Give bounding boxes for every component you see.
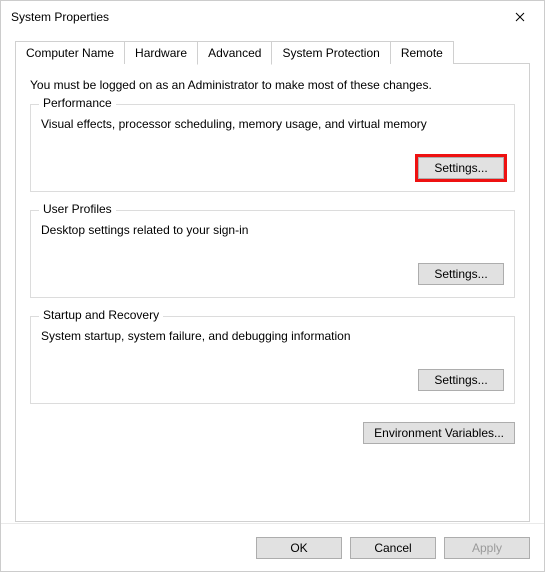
user-profiles-title: User Profiles	[39, 202, 116, 216]
environment-variables-button[interactable]: Environment Variables...	[363, 422, 515, 444]
startup-recovery-group: Startup and Recovery System startup, sys…	[30, 316, 515, 404]
user-profiles-desc: Desktop settings related to your sign-in	[41, 223, 504, 237]
user-profiles-settings-button[interactable]: Settings...	[418, 263, 504, 285]
user-profiles-group: User Profiles Desktop settings related t…	[30, 210, 515, 298]
performance-settings-button[interactable]: Settings...	[418, 157, 504, 179]
tab-advanced[interactable]: Advanced	[197, 41, 272, 65]
performance-title: Performance	[39, 96, 116, 110]
system-properties-window: System Properties Computer Name Hardware…	[0, 0, 545, 572]
admin-notice: You must be logged on as an Administrato…	[30, 78, 515, 92]
advanced-panel: You must be logged on as an Administrato…	[15, 63, 530, 522]
performance-desc: Visual effects, processor scheduling, me…	[41, 117, 504, 131]
close-icon[interactable]	[497, 2, 542, 32]
startup-recovery-settings-button[interactable]: Settings...	[418, 369, 504, 391]
startup-recovery-desc: System startup, system failure, and debu…	[41, 329, 504, 343]
startup-recovery-title: Startup and Recovery	[39, 308, 163, 322]
ok-button[interactable]: OK	[256, 537, 342, 559]
env-row: Environment Variables...	[30, 422, 515, 444]
titlebar: System Properties	[1, 1, 544, 33]
client-area: Computer Name Hardware Advanced System P…	[1, 33, 544, 523]
tab-remote[interactable]: Remote	[390, 41, 454, 64]
window-title: System Properties	[11, 10, 497, 24]
tab-strip: Computer Name Hardware Advanced System P…	[15, 41, 530, 64]
startup-recovery-button-row: Settings...	[41, 369, 504, 391]
tab-system-protection[interactable]: System Protection	[271, 41, 390, 64]
dialog-footer: OK Cancel Apply	[1, 523, 544, 571]
user-profiles-button-row: Settings...	[41, 263, 504, 285]
performance-group: Performance Visual effects, processor sc…	[30, 104, 515, 192]
tab-hardware[interactable]: Hardware	[124, 41, 198, 64]
cancel-button[interactable]: Cancel	[350, 537, 436, 559]
tab-computer-name[interactable]: Computer Name	[15, 41, 125, 64]
apply-button[interactable]: Apply	[444, 537, 530, 559]
performance-button-row: Settings...	[41, 157, 504, 179]
